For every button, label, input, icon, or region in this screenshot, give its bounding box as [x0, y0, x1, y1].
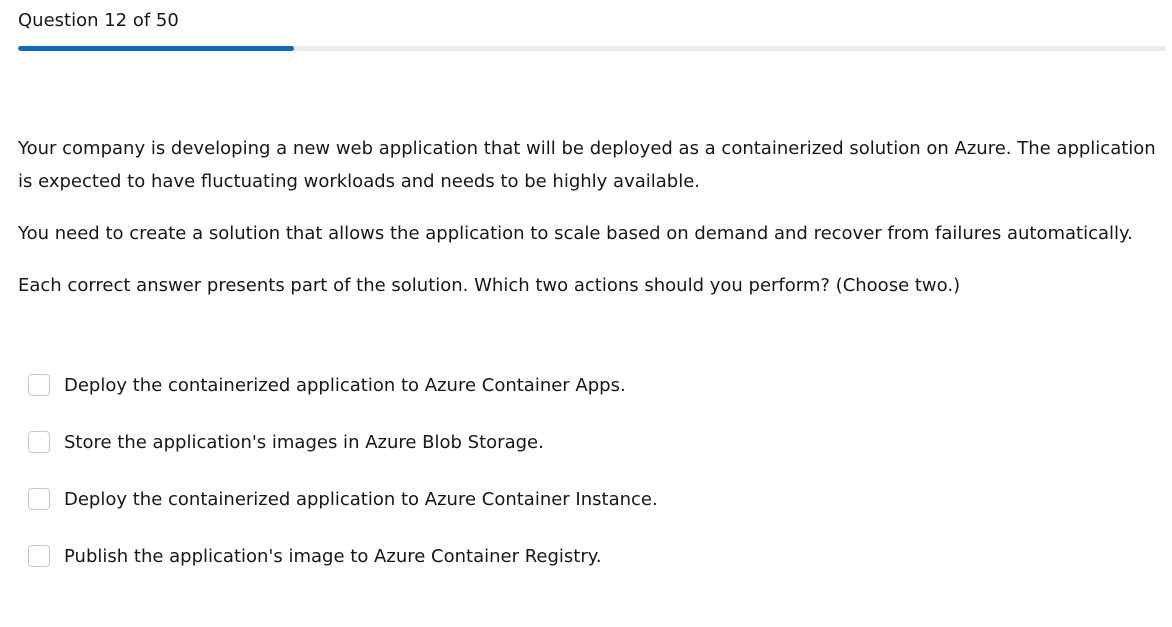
answer-option-label[interactable]: Publish the application's image to Azure… — [64, 546, 602, 567]
answer-option[interactable]: Deploy the containerized application to … — [28, 367, 1128, 403]
progress-bar — [18, 46, 1166, 51]
question-text: Your company is developing a new web app… — [18, 132, 1163, 321]
answer-checkbox[interactable] — [28, 431, 50, 453]
answer-checkbox[interactable] — [28, 374, 50, 396]
answer-option[interactable]: Deploy the containerized application to … — [28, 481, 1128, 517]
question-counter: Question 12 of 50 — [18, 10, 179, 31]
answer-option-label[interactable]: Deploy the containerized application to … — [64, 489, 658, 510]
answer-option-label[interactable]: Store the application's images in Azure … — [64, 432, 544, 453]
question-paragraph: Each correct answer presents part of the… — [18, 275, 961, 296]
answer-option[interactable]: Store the application's images in Azure … — [28, 424, 1128, 460]
question-paragraph: Your company is developing a new web app… — [18, 138, 1156, 192]
answer-checkbox[interactable] — [28, 488, 50, 510]
answer-checkbox[interactable] — [28, 545, 50, 567]
answer-option-label[interactable]: Deploy the containerized application to … — [64, 375, 626, 396]
answer-options: Deploy the containerized application to … — [28, 367, 1128, 595]
answer-option[interactable]: Publish the application's image to Azure… — [28, 538, 1128, 574]
question-paragraph: You need to create a solution that allow… — [18, 223, 1133, 244]
progress-bar-fill — [18, 46, 294, 51]
